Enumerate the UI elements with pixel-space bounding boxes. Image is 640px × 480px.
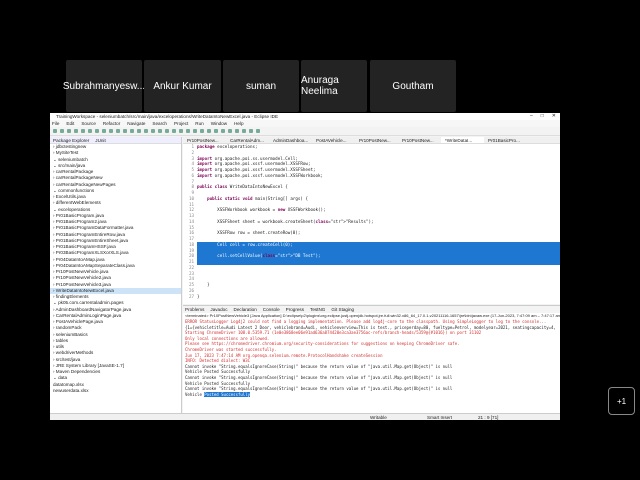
console-tab-console[interactable]: Console [263,307,280,312]
editor-tab[interactable]: PostAVehicle... [312,137,355,143]
console-tab-problems[interactable]: Problems [185,307,204,312]
participant-tile[interactable]: Anuraga Neelima [301,60,367,112]
editor-tab[interactable]: Pr10PostNew... [398,137,441,143]
close-icon[interactable]: ✕ [552,113,556,119]
toolbar-button-icon[interactable] [235,129,239,133]
explorer-tab[interactable]: JUnit [95,138,105,143]
toolbar-button-icon[interactable] [186,129,190,133]
code-text: import org.apache.poi.xssf.usermodel.XSS… [197,172,324,178]
toolbar-button-icon[interactable] [249,129,253,133]
explorer-tab[interactable]: Package Explorer [53,138,89,143]
toolbar-button-icon[interactable] [102,129,106,133]
console-tab-progress[interactable]: Progress [286,307,304,312]
toolbar-button-icon[interactable] [123,129,127,133]
menu-bar: File Edit Source Refactor Navigate Search Proj… [50,120,560,127]
status-position: 21 : 9 [71] [478,414,499,420]
console-tab-testng[interactable]: TestNG [310,307,325,312]
toolbar-button-icon[interactable] [130,129,134,133]
menu-help[interactable]: Help [234,121,243,126]
editor-tab[interactable]: Pr01BasicPro... [484,137,527,143]
console-tab-git-staging[interactable]: Git Staging [331,307,354,312]
toolbar [50,127,560,136]
participant-tile[interactable]: Subrahmanyesw... [63,60,145,112]
editor-tab[interactable]: Pr10PostNew... [355,137,398,143]
code-text [197,259,560,265]
toolbar-button-icon[interactable] [137,129,141,133]
toolbar-button-icon[interactable] [214,129,218,133]
toolbar-button-icon[interactable] [221,129,225,133]
toolbar-button-icon[interactable] [242,129,246,133]
menu-refactor[interactable]: Refactor [103,121,120,126]
console-tab-declaration[interactable]: Declaration [234,307,257,312]
toolbar-button-icon[interactable] [60,129,64,133]
code-text: package exceloperations; [197,144,258,149]
participant-tile[interactable]: suman [223,60,299,112]
maximize-icon[interactable]: □ [541,113,544,119]
status-mode: Writable [370,414,387,420]
toolbar-button-icon[interactable] [207,129,211,133]
status-insert: Smart Insert [427,414,453,420]
code-text: XSSFRow row = sheet.createRow(0); [197,230,301,236]
line-number: 27 [188,293,194,299]
toolbar-button-icon[interactable] [116,129,120,133]
more-participants-button[interactable]: +1 [608,387,635,415]
toolbar-button-icon[interactable] [151,129,155,133]
menu-edit[interactable]: Edit [66,121,74,126]
code-text: } [197,293,200,299]
menu-run[interactable]: Run [195,121,203,126]
toolbar-button-icon[interactable] [179,129,183,133]
eclipse-window: TrainingWorkspace - seleniumbatch/src/ma… [50,113,560,420]
editor-tab[interactable]: AdminDashboa... [269,137,312,143]
code-line[interactable]: 21 [183,259,560,265]
participant-tile[interactable]: Ankur Kumar [144,60,221,112]
menu-search[interactable]: Search [152,121,167,126]
toolbar-button-icon[interactable] [144,129,148,133]
window-title-text: TrainingWorkspace - seleniumbatch/src/ma… [56,114,279,119]
toolbar-button-icon[interactable] [109,129,113,133]
console-line: Vehicle Posted Successfully [185,391,251,397]
console-tab-javadoc[interactable]: Javadoc [210,307,227,312]
menu-navigate[interactable]: Navigate [127,121,145,126]
toolbar-button-icon[interactable] [165,129,169,133]
toolbar-button-icon[interactable] [200,129,204,133]
code-text: public class WriteDataIntoNewExcel { [197,184,288,190]
code-line[interactable]: 27} [183,294,560,300]
menu-window[interactable]: Window [211,121,227,126]
editor-tab[interactable]: CarRentalAdm... [226,137,269,143]
code-editor[interactable]: Pr10PostNew... CarRentalAdm... AdminDashbo… [183,137,560,304]
editor-tab[interactable]: Pr10PostNew... [183,137,226,143]
code-text: } [197,282,210,287]
code-text: XSSFWorkbook workbook = new XSSFWorkbook… [197,207,326,213]
tree-item[interactable]: newuserdata.xlsx [50,388,181,394]
toolbar-button-icon[interactable] [81,129,85,133]
code-text: public static void main(String[] args) { [207,195,308,201]
toolbar-button-icon[interactable] [158,129,162,133]
menu-file[interactable]: File [52,121,59,126]
toolbar-button-icon[interactable] [67,129,71,133]
window-title: TrainingWorkspace - seleniumbatch/src/ma… [50,113,560,120]
console-line: ERROR StatusLogger Log4j2 could not find… [185,319,547,324]
toolbar-button-icon[interactable] [74,129,78,133]
minimize-icon[interactable]: – [530,113,533,119]
toolbar-button-icon[interactable] [256,129,260,133]
selected-text: Posted Successfully [204,391,251,397]
status-bar: Writable Smart Insert 21 : 9 [71] [50,413,560,420]
console-panel: Problems Javadoc Declaration Console Progres… [183,305,560,413]
toolbar-button-icon[interactable] [172,129,176,133]
toolbar-button-icon[interactable] [228,129,232,133]
editor-tab[interactable]: *WriteDataI... [441,137,484,143]
package-explorer: Package Explorer JUnit › jdbctestingnew › … [50,137,182,413]
toolbar-button-icon[interactable] [88,129,92,133]
toolbar-button-icon[interactable] [53,129,57,133]
participant-tile[interactable]: Goutham [370,60,456,112]
code-text: XSSFSheet sheet = workbook.createSheet(c… [197,218,374,224]
toolbar-button-icon[interactable] [95,129,99,133]
menu-project[interactable]: Project [174,121,188,126]
toolbar-button-icon[interactable] [193,129,197,133]
menu-source[interactable]: Source [81,121,96,126]
